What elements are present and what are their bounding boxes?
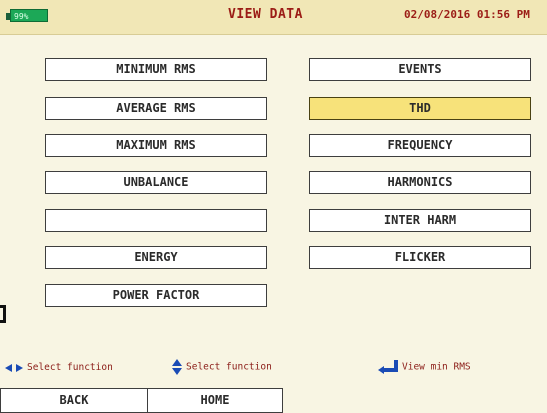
hint-text: Select function bbox=[186, 361, 272, 373]
menu-inter-harm[interactable]: INTER HARM bbox=[309, 209, 531, 232]
hint-text: Select function bbox=[27, 362, 113, 373]
header-bar: 99% VIEW DATA 02/08/2016 01:56 PM bbox=[0, 0, 547, 35]
menu-maximum-rms[interactable]: MAXIMUM RMS bbox=[45, 134, 267, 157]
menu-thd[interactable]: THD bbox=[309, 97, 531, 120]
menu-flicker[interactable]: FLICKER bbox=[309, 246, 531, 269]
left-right-arrows-icon bbox=[5, 363, 23, 373]
menu-harmonics[interactable]: HARMONICS bbox=[309, 171, 531, 194]
menu-average-rms[interactable]: AVERAGE RMS bbox=[45, 97, 267, 120]
hint-text: View min RMS bbox=[402, 361, 471, 373]
up-down-arrows-icon bbox=[172, 359, 182, 375]
hint-up-down: Select function bbox=[172, 359, 272, 375]
battery-indicator: 99% bbox=[6, 9, 50, 24]
hint-row: Select function Select function View min… bbox=[0, 359, 547, 382]
screen-title: VIEW DATA bbox=[228, 7, 303, 22]
hint-enter: View min RMS bbox=[378, 360, 471, 374]
menu-frequency[interactable]: FREQUENCY bbox=[309, 134, 531, 157]
menu-minimum-rms[interactable]: MINIMUM RMS bbox=[45, 58, 267, 81]
back-button[interactable]: BACK bbox=[0, 388, 148, 413]
battery-level: 99% bbox=[10, 9, 48, 22]
menu-unbalance[interactable]: UNBALANCE bbox=[45, 171, 267, 194]
softkey-bar: BACK HOME bbox=[0, 388, 547, 413]
view-data-screen: 99% VIEW DATA 02/08/2016 01:56 PM MINIMU… bbox=[0, 0, 547, 413]
enter-arrow-icon bbox=[378, 360, 398, 374]
menu-power-factor[interactable]: POWER FACTOR bbox=[45, 284, 267, 307]
menu-energy[interactable]: ENERGY bbox=[45, 246, 267, 269]
hint-left-right: Select function bbox=[5, 362, 113, 373]
datetime-display: 02/08/2016 01:56 PM bbox=[404, 8, 530, 21]
edge-bracket bbox=[0, 305, 6, 323]
menu-events[interactable]: EVENTS bbox=[309, 58, 531, 81]
menu-empty-slot[interactable] bbox=[45, 209, 267, 232]
home-button[interactable]: HOME bbox=[147, 388, 283, 413]
